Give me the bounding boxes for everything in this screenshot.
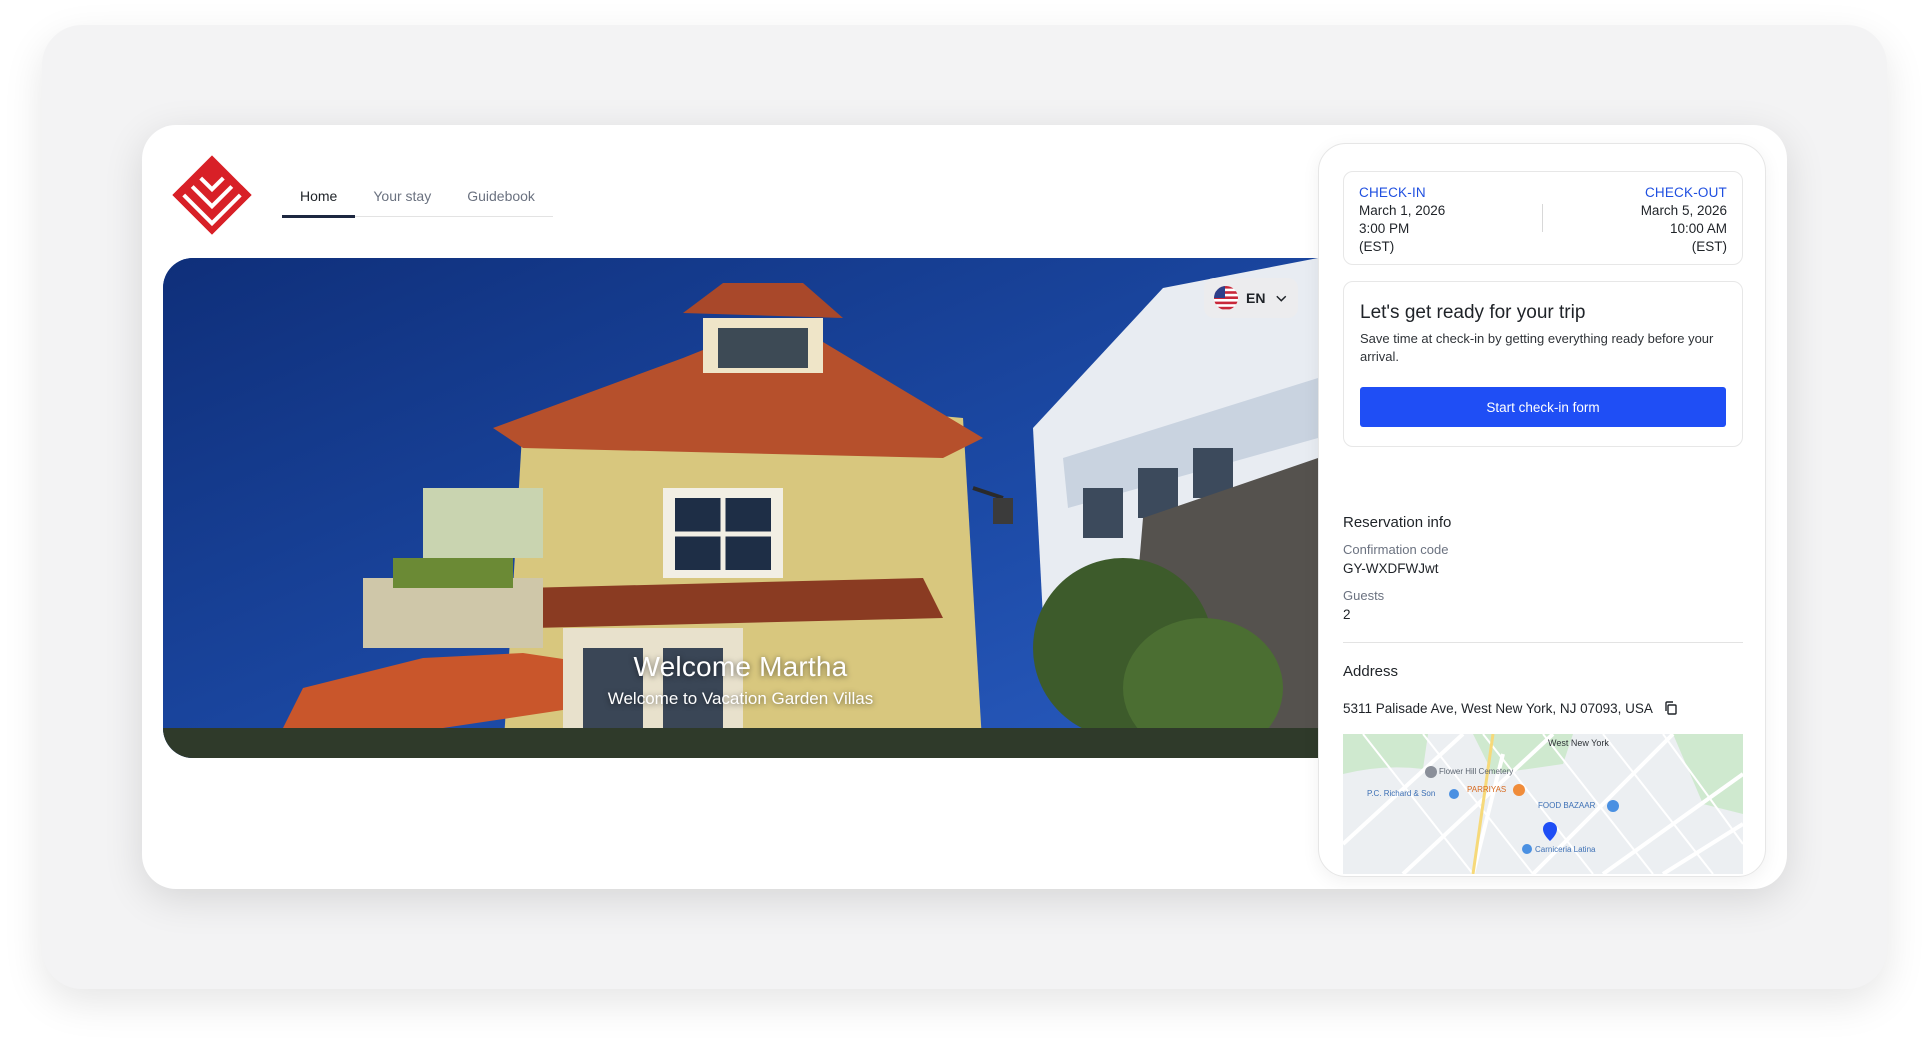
checkin-date: March 1, 2026 bbox=[1359, 203, 1446, 218]
language-selector[interactable]: EN bbox=[1204, 278, 1298, 318]
map-label-food-bazaar: FOOD BAZAAR bbox=[1538, 801, 1596, 810]
checkin-time: 3:00 PM bbox=[1359, 221, 1410, 236]
checkout-label: CHECK-OUT bbox=[1644, 185, 1727, 200]
hero-banner: EN Welcome Martha Welcome to Vacation Ga… bbox=[163, 258, 1318, 758]
stay-dates-card: CHECK-IN March 1, 2026 3:00 PM (EST) CHE… bbox=[1343, 171, 1743, 265]
ready-title: Let's get ready for your trip bbox=[1360, 302, 1586, 323]
reservation-title: Reservation info bbox=[1343, 514, 1452, 531]
tab-guidebook[interactable]: Guidebook bbox=[449, 175, 553, 217]
confirmation-code: GY-WXDFWJwt bbox=[1343, 561, 1439, 576]
guests-value: 2 bbox=[1343, 607, 1351, 622]
tab-your-stay[interactable]: Your stay bbox=[355, 175, 449, 217]
address-row: 5311 Palisade Ave, West New York, NJ 070… bbox=[1343, 700, 1679, 716]
checkin-prompt-card: Let's get ready for your trip Save time … bbox=[1343, 281, 1743, 447]
confirmation-code-label: Confirmation code bbox=[1343, 542, 1449, 557]
section-divider bbox=[1343, 642, 1743, 643]
checkin-label: CHECK-IN bbox=[1359, 185, 1426, 200]
map-label-carniceria: Carniceria Latina bbox=[1535, 845, 1596, 854]
main-nav: Home Your stay Guidebook bbox=[282, 175, 553, 218]
checkin-timezone: (EST) bbox=[1359, 239, 1395, 254]
map-label-area: West New York bbox=[1548, 738, 1609, 748]
ready-text: Save time at check-in by getting everyth… bbox=[1360, 331, 1714, 364]
app-window: Home Your stay Guidebook EN Welcome Mart… bbox=[142, 125, 1787, 889]
guests-label: Guests bbox=[1343, 588, 1385, 603]
chevron-down-icon bbox=[1276, 295, 1287, 302]
checkout-date: March 5, 2026 bbox=[1640, 203, 1727, 218]
stay-sidebar: CHECK-IN March 1, 2026 3:00 PM (EST) CHE… bbox=[1318, 143, 1766, 877]
address-title: Address bbox=[1343, 663, 1399, 680]
welcome-title: Welcome Martha bbox=[633, 651, 848, 682]
language-code: EN bbox=[1246, 290, 1266, 306]
checkout-timezone: (EST) bbox=[1691, 239, 1727, 254]
checkout-block: CHECK-OUT March 5, 2026 10:00 AM (EST) bbox=[1641, 184, 1727, 256]
address-text: 5311 Palisade Ave, West New York, NJ 070… bbox=[1343, 700, 1653, 716]
start-checkin-button[interactable]: Start check-in form bbox=[1360, 387, 1726, 427]
dates-divider bbox=[1542, 204, 1543, 232]
map-label-cemetery: Flower Hill Cemetery bbox=[1439, 767, 1513, 776]
map-label-parriyas: PARRIYAS bbox=[1467, 785, 1506, 794]
copy-icon[interactable] bbox=[1663, 700, 1679, 716]
welcome-subtitle: Welcome to Vacation Garden Villas bbox=[607, 689, 874, 708]
welcome-block: Welcome Martha Welcome to Vacation Garde… bbox=[163, 651, 1318, 709]
tab-home[interactable]: Home bbox=[282, 175, 356, 218]
checkout-time: 10:00 AM bbox=[1669, 221, 1727, 236]
checkin-block: CHECK-IN March 1, 2026 3:00 PM (EST) bbox=[1359, 184, 1445, 256]
brand-logo-icon[interactable] bbox=[162, 145, 262, 245]
us-flag-icon bbox=[1214, 286, 1238, 310]
location-map[interactable]: West New York Flower Hill Cemetery P.C. … bbox=[1343, 734, 1743, 874]
map-label-pc-richard: P.C. Richard & Son bbox=[1367, 789, 1435, 798]
